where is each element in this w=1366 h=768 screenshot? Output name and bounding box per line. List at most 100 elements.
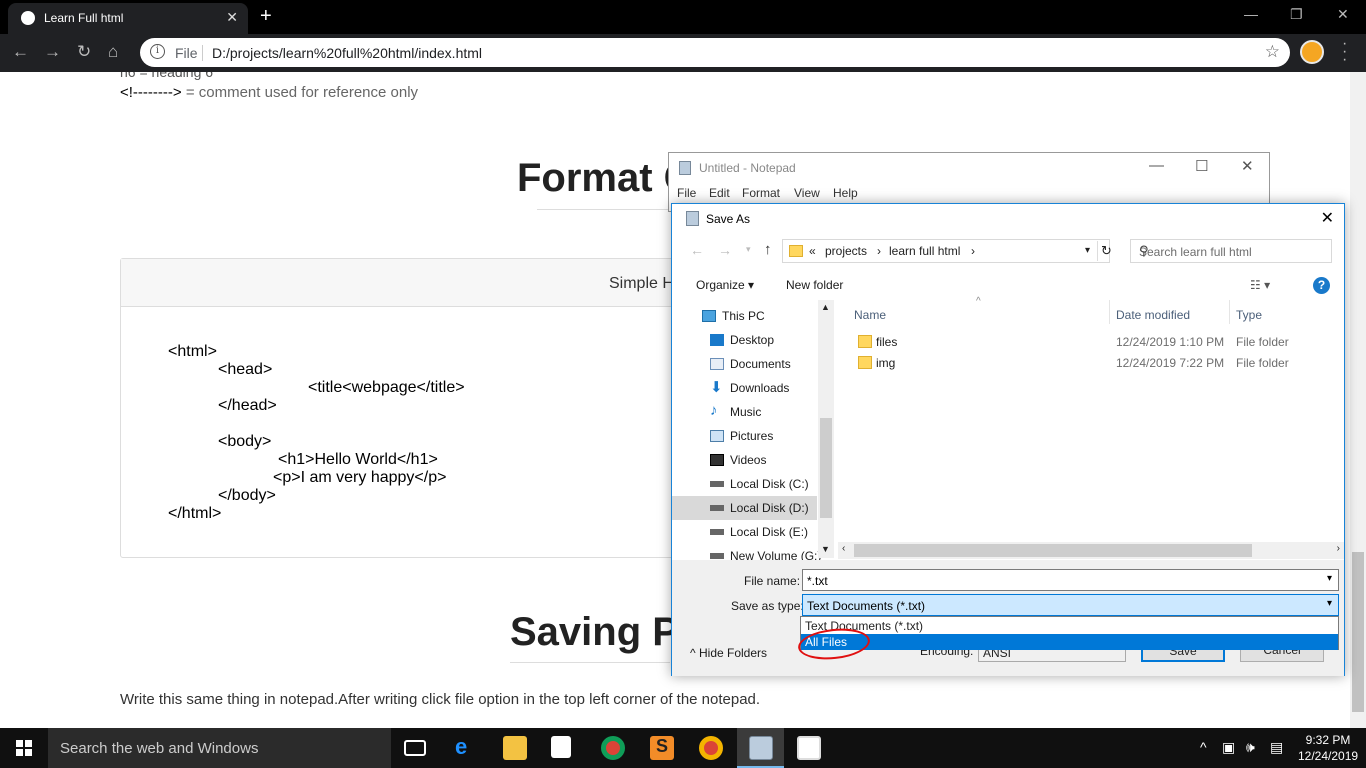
nav-item-music[interactable]: ♪ Music xyxy=(672,400,817,424)
file-name: files xyxy=(876,335,898,349)
hide-folders-button[interactable]: ^ Hide Folders xyxy=(690,646,767,660)
notepad-menu-format[interactable]: Format xyxy=(742,186,780,200)
page-scrollbar[interactable] xyxy=(1350,72,1366,728)
organize-button[interactable]: Organize ▾ xyxy=(696,278,754,292)
path-dropdown-icon[interactable]: ▾ xyxy=(1085,245,1090,256)
column-separator xyxy=(1229,300,1230,324)
file-row[interactable]: files 12/24/2019 1:10 PM File folder xyxy=(834,331,1344,352)
new-tab-button[interactable]: + xyxy=(260,5,272,28)
store-icon[interactable] xyxy=(551,736,571,758)
code-line: </html> xyxy=(168,505,222,522)
notepad-maximize-icon[interactable]: ☐ xyxy=(1195,157,1208,175)
refresh-icon[interactable]: ↻ xyxy=(1101,243,1112,259)
sublime-icon[interactable]: S xyxy=(650,736,674,760)
breadcrumb-learn-full-html[interactable]: learn full html xyxy=(889,244,960,258)
clock[interactable]: 9:32 PM 12/24/2019 xyxy=(1298,732,1358,764)
network-icon[interactable]: ▣ xyxy=(1222,739,1235,756)
file-explorer-icon[interactable] xyxy=(503,736,527,760)
back-arrow-icon[interactable]: ← xyxy=(690,242,704,258)
nav-item-desktop[interactable]: Desktop xyxy=(672,328,817,352)
photos-icon[interactable] xyxy=(797,736,821,760)
chevron-down-icon[interactable]: ▾ xyxy=(1327,573,1332,584)
up-arrow-icon[interactable]: ↑ xyxy=(764,241,772,258)
task-view-icon[interactable] xyxy=(404,740,426,756)
forward-icon[interactable]: → xyxy=(44,42,61,62)
edge-icon[interactable]: e xyxy=(455,734,479,759)
notepad-menu-help[interactable]: Help xyxy=(833,186,858,200)
scroll-down-icon[interactable]: ▼ xyxy=(821,544,830,554)
file-list-hscroll[interactable]: ‹ › xyxy=(838,542,1344,559)
hscroll-thumb[interactable] xyxy=(854,544,1252,557)
back-icon[interactable]: ← xyxy=(12,42,29,62)
browser-toolbar: ← → ↻ ⌂ i File D:/projects/learn%20full%… xyxy=(0,34,1366,72)
url-text[interactable]: D:/projects/learn%20full%20html/index.ht… xyxy=(212,45,482,61)
breadcrumb-sep[interactable]: › xyxy=(971,244,975,258)
nav-item-disk-e[interactable]: Local Disk (E:) xyxy=(672,520,817,544)
nav-scrollbar[interactable]: ▲ ▼ xyxy=(818,300,834,558)
file-name-label: File name: xyxy=(744,574,801,588)
file-row[interactable]: img 12/24/2019 7:22 PM File folder xyxy=(834,352,1344,373)
home-icon[interactable]: ⌂ xyxy=(108,42,118,62)
breadcrumb-projects[interactable]: projects xyxy=(825,244,867,258)
notepad-menu-edit[interactable]: Edit xyxy=(709,186,730,200)
recent-dropdown-icon[interactable]: ▾ xyxy=(746,244,751,255)
reload-icon[interactable]: ↻ xyxy=(77,42,91,62)
scroll-right-icon[interactable]: › xyxy=(1337,543,1340,554)
column-name[interactable]: Name xyxy=(854,308,886,322)
dropdown-option-text-docs[interactable]: Text Documents (*.txt) xyxy=(801,618,1338,634)
view-options-icon[interactable]: ☷ ▾ xyxy=(1250,278,1270,292)
help-icon[interactable]: ? xyxy=(1313,277,1330,294)
nav-item-this-pc[interactable]: This PC xyxy=(672,304,817,328)
nav-item-disk-d[interactable]: Local Disk (D:) xyxy=(672,496,817,520)
chevron-down-icon[interactable]: ▾ xyxy=(1327,598,1332,609)
forward-arrow-icon[interactable]: → xyxy=(718,242,732,258)
nav-scroll-thumb[interactable] xyxy=(820,418,832,518)
breadcrumb-overflow[interactable]: « xyxy=(809,244,816,258)
dialog-close-icon[interactable]: ✕ xyxy=(1321,208,1334,228)
nav-item-downloads[interactable]: ⬇ Downloads xyxy=(672,376,817,400)
chevron-up-icon[interactable]: ^ xyxy=(1200,739,1207,755)
notepad-menu-view[interactable]: View xyxy=(794,186,820,200)
nav-item-documents[interactable]: Documents xyxy=(672,352,817,376)
address-path[interactable]: « projects › learn full html › ▾ ↻ xyxy=(782,239,1112,263)
save-type-select[interactable]: Text Documents (*.txt) ▾ xyxy=(802,594,1339,616)
volume-icon[interactable]: 🕪 xyxy=(1246,739,1255,756)
tab-close-icon[interactable]: ✕ xyxy=(226,9,238,26)
nav-item-disk-g[interactable]: New Volume (G:) xyxy=(672,544,821,560)
column-date[interactable]: Date modified xyxy=(1116,308,1190,322)
nav-label: Local Disk (E:) xyxy=(730,525,809,539)
file-name-input[interactable]: *.txt ▾ xyxy=(802,569,1339,591)
info-icon[interactable]: i xyxy=(150,44,165,59)
nav-item-pictures[interactable]: Pictures xyxy=(672,424,817,448)
column-type[interactable]: Type xyxy=(1236,308,1262,322)
scroll-up-icon[interactable]: ▲ xyxy=(821,302,830,312)
window-close-icon[interactable]: ✕ xyxy=(1337,6,1349,23)
search-input[interactable]: Search learn full html ⚲ xyxy=(1130,239,1332,263)
taskbar-notepad-active[interactable] xyxy=(737,728,784,768)
taskbar-search[interactable]: Search the web and Windows xyxy=(48,728,391,768)
dropdown-option-all-files[interactable]: All Files xyxy=(801,634,1338,650)
taskbar-search-placeholder: Search the web and Windows xyxy=(60,740,259,757)
chevron-up-icon: ^ xyxy=(690,646,696,660)
notification-icon[interactable]: ▤ xyxy=(1270,739,1283,756)
profile-avatar[interactable] xyxy=(1300,40,1324,64)
nav-item-videos[interactable]: Videos xyxy=(672,448,817,472)
nav-item-disk-c[interactable]: Local Disk (C:) xyxy=(672,472,817,496)
chrome-icon[interactable] xyxy=(601,736,625,760)
windows-start-icon[interactable] xyxy=(16,740,32,756)
new-folder-button[interactable]: New folder xyxy=(786,278,843,292)
code-line: </head> xyxy=(218,397,277,414)
notepad-minimize-icon[interactable]: — xyxy=(1149,157,1164,174)
restore-icon[interactable]: ❐ xyxy=(1290,6,1303,23)
notepad-close-icon[interactable]: ✕ xyxy=(1241,157,1254,175)
folder-icon xyxy=(858,335,872,348)
browser-tab[interactable]: Learn Full html ✕ xyxy=(8,3,248,34)
page-scroll-thumb[interactable] xyxy=(1352,552,1364,712)
notepad-menu-file[interactable]: File xyxy=(677,186,696,200)
menu-dots-icon[interactable]: · · · xyxy=(1342,36,1347,68)
chrome-profile-icon[interactable] xyxy=(699,736,723,760)
minimize-icon[interactable]: — xyxy=(1244,6,1258,22)
scroll-left-icon[interactable]: ‹ xyxy=(842,543,845,554)
address-bar[interactable]: i File D:/projects/learn%20full%20html/i… xyxy=(140,38,1290,67)
bookmark-star-icon[interactable]: ☆ xyxy=(1265,42,1280,62)
